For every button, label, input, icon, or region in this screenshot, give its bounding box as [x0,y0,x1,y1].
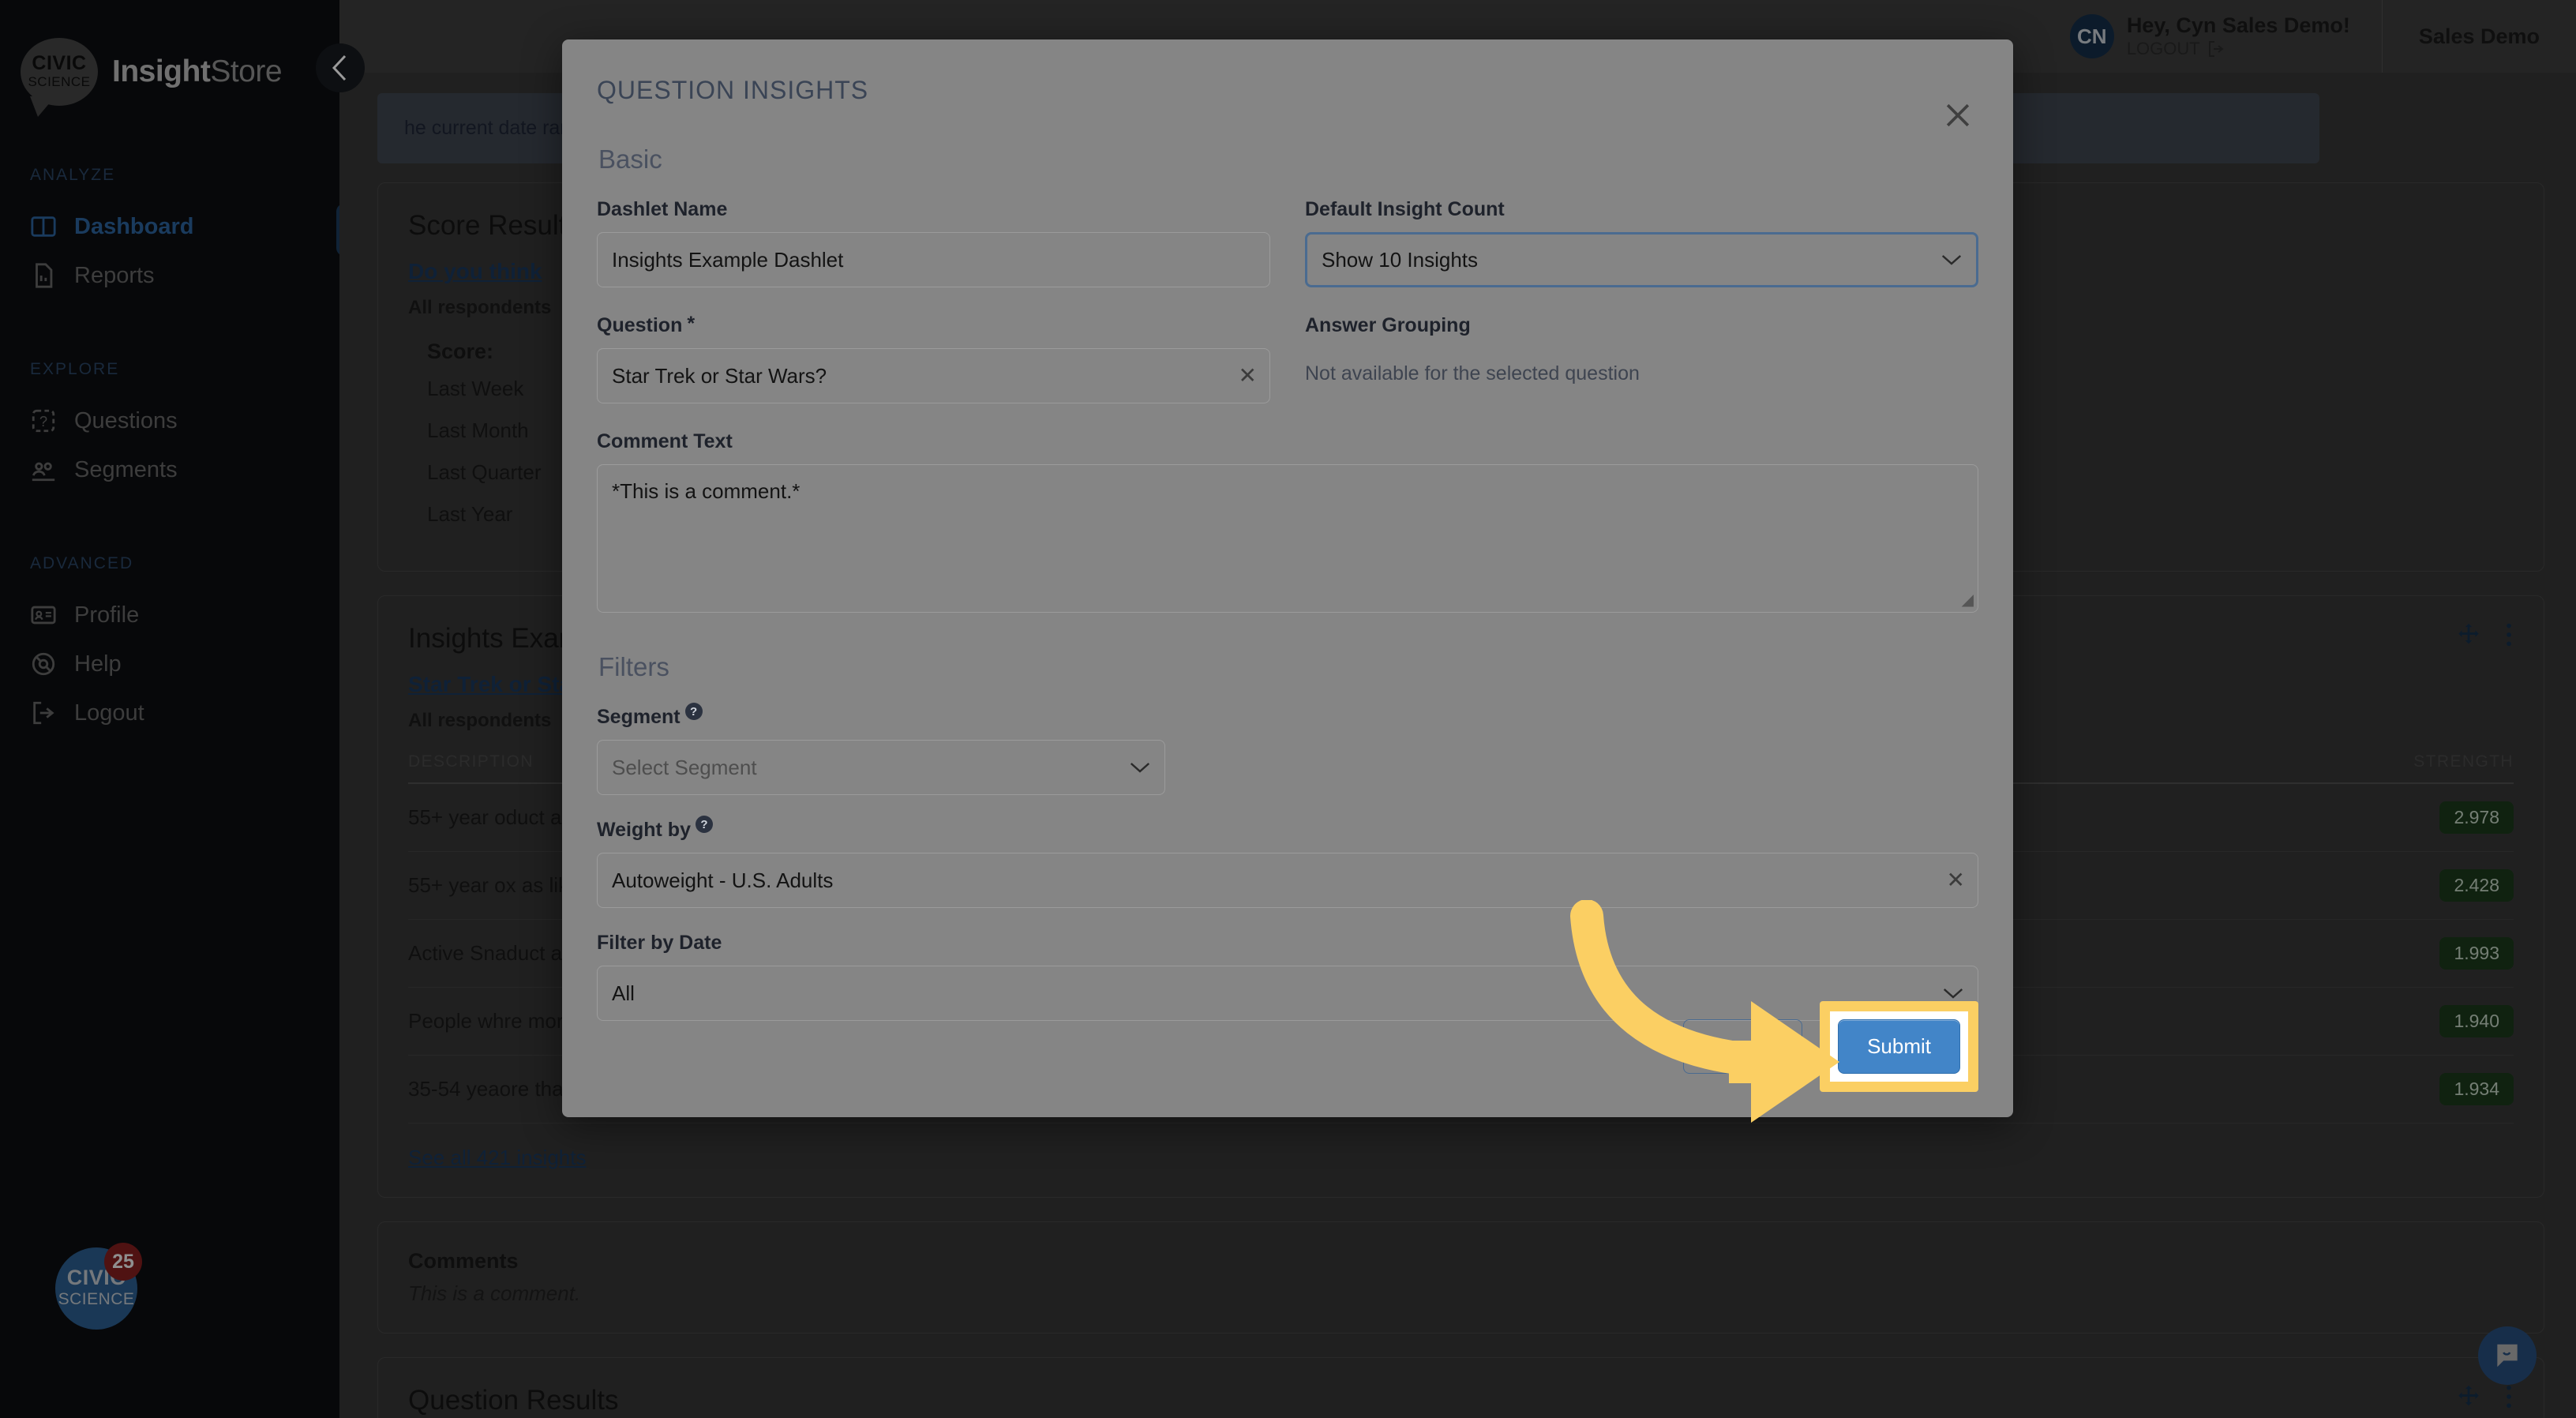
section-heading-filters: Filters [598,652,669,681]
question-label-wrap: Question * [597,314,1270,337]
basic-row-2: Question * Star Trek or Star Wars? ✕ Ans… [597,314,1978,403]
submit-button[interactable]: Submit [1838,1019,1960,1074]
weight-by-value: Autoweight - U.S. Adults [612,868,834,892]
screen-root: CIVIC SCIENCE InsightStore ANALYZE Dashb… [0,0,2576,1418]
submit-highlight-annotation: Submit [1820,1001,1978,1092]
question-group: Question * Star Trek or Star Wars? ✕ [597,314,1270,403]
resize-grip-icon[interactable]: ◢ [1962,590,1974,610]
cancel-button[interactable]: Cancel [1683,1019,1803,1074]
default-insight-count-group: Default Insight Count Show 10 Insights [1305,198,1978,287]
question-input[interactable]: Star Trek or Star Wars? ✕ [597,348,1270,403]
question-insights-modal: QUESTION INSIGHTS Basic Dashlet Name Ins… [562,39,2013,1117]
close-button[interactable] [1940,98,1975,133]
section-heading-basic: Basic [598,144,662,174]
dashlet-name-label: Dashlet Name [597,198,728,220]
chevron-down-icon [1941,255,1962,265]
chevron-down-icon [1130,763,1150,773]
segment-placeholder: Select Segment [612,755,757,779]
question-value: Star Trek or Star Wars? [612,363,827,388]
basic-row-1: Dashlet Name Insights Example Dashlet De… [597,198,1978,287]
required-marker: * [687,313,696,335]
weight-by-label-wrap: Weight by ? [597,816,1978,842]
comment-text-label: Comment Text [597,430,733,452]
segment-select[interactable]: Select Segment [597,740,1165,795]
weight-by-group: Weight by ? Autoweight - U.S. Adults ✕ [597,816,1978,908]
answer-grouping-label: Answer Grouping [1305,314,1471,336]
segment-label: Segment [597,706,681,728]
dashlet-name-group: Dashlet Name Insights Example Dashlet [597,198,1270,287]
dashlet-name-input[interactable]: Insights Example Dashlet [597,232,1270,287]
modal-footer: Cancel Submit [1683,1001,1978,1092]
help-icon[interactable]: ? [695,816,713,833]
answer-grouping-group: Answer Grouping Not available for the se… [1305,314,1978,403]
comment-text-textarea[interactable]: *This is a comment.* ◢ [597,464,1978,613]
clear-x-icon[interactable]: ✕ [1947,869,1965,891]
close-icon [1946,103,1970,127]
modal-title: QUESTION INSIGHTS [597,76,869,104]
question-label: Question [597,314,683,336]
answer-grouping-note: Not available for the selected question [1305,362,1640,385]
weight-by-label: Weight by [597,819,691,841]
submit-highlight-inner: Submit [1830,1011,1968,1082]
comment-text-value: *This is a comment.* [612,479,801,503]
filter-by-date-label: Filter by Date [597,932,722,954]
segment-group: Segment ? Select Segment [597,703,1978,795]
help-icon[interactable]: ? [684,703,703,720]
chevron-left-icon [332,54,347,81]
comment-text-group: Comment Text *This is a comment.* ◢ [597,430,1978,613]
dashlet-name-value: Insights Example Dashlet [612,247,844,272]
segment-label-wrap: Segment ? [597,703,1978,729]
default-insight-count-label: Default Insight Count [1305,198,1505,220]
filter-by-date-value: All [612,981,635,1005]
weight-by-input[interactable]: Autoweight - U.S. Adults ✕ [597,853,1978,908]
default-insight-count-value: Show 10 Insights [1322,247,1479,272]
clear-x-icon[interactable]: ✕ [1239,365,1257,387]
chevron-down-icon [1943,988,1963,999]
sidebar-collapse-button[interactable] [316,43,365,92]
default-insight-count-select[interactable]: Show 10 Insights [1305,232,1978,287]
